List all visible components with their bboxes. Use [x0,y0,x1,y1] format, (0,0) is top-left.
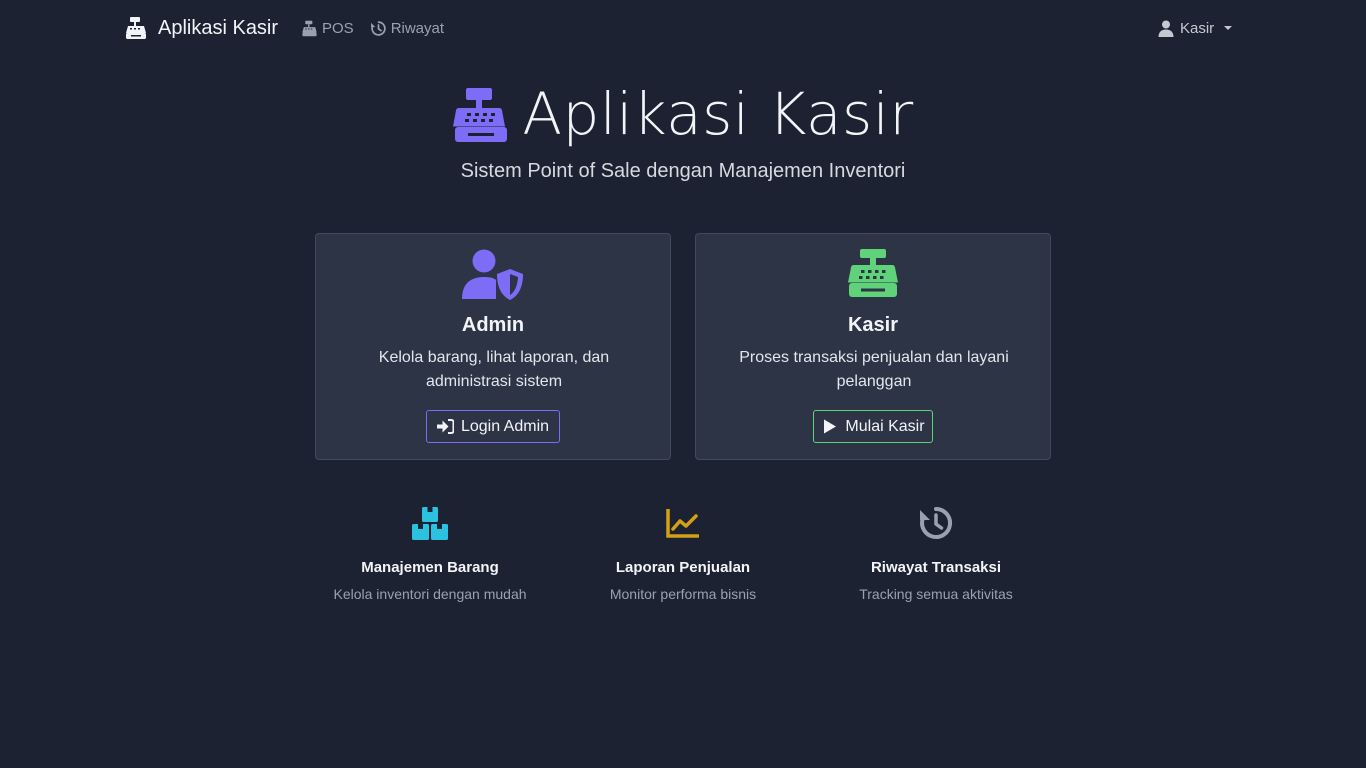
user-label: Kasir [1180,19,1215,37]
feature-title: Laporan Penjualan [615,559,751,576]
feature-title: Manajemen Barang [361,559,499,576]
brand-link[interactable]: Aplikasi Kasir [124,14,278,42]
mulai-kasir-button[interactable]: Mulai Kasir [813,410,933,443]
nav-link-pos[interactable]: POS [301,17,354,39]
admin-card-description: Kelola barang, lihat laporan, dan admini… [378,349,610,390]
admin-card-title: Admin [461,314,525,336]
feature-title: Riwayat Transaksi [870,559,1002,576]
feature-manajemen-barang: Manajemen Barang Kelola inventori dengan… [303,505,557,602]
admin-card: Admin Kelola barang, lihat laporan, dan … [315,233,671,460]
kasir-card: Kasir Proses transaksi penjualan dan lay… [695,233,1051,460]
kasir-card-title: Kasir [847,314,899,336]
navbar: Aplikasi Kasir POS Riwayat Kasir [0,0,1366,56]
login-admin-label: Login Admin [460,417,550,435]
history-icon [920,506,953,539]
feature-riwayat-transaksi: Riwayat Transaksi Tracking semua aktivit… [809,505,1063,602]
mulai-kasir-label: Mulai Kasir [845,417,925,435]
nav-link-riwayat[interactable]: Riwayat [370,17,444,39]
sign-in-icon [436,419,454,434]
nav-link-label: Riwayat [390,19,445,37]
hero: Aplikasi Kasir Sistem Point of Sale deng… [0,80,1366,183]
user-shield-icon [462,249,523,300]
chart-line-icon [666,509,699,538]
brand-label: Aplikasi Kasir [158,16,279,39]
cash-register-icon [126,17,146,39]
page-subtitle: Sistem Point of Sale dengan Manajemen In… [460,160,906,182]
page-title-text: Aplikasi Kasir [522,80,914,148]
nav-link-label: POS [322,19,354,37]
feature-description: Tracking semua aktivitas [859,586,1013,602]
kasir-card-description: Proses transaksi penjualan dan layani pe… [739,349,1009,390]
nav-links: POS Riwayat [301,17,444,39]
history-icon [370,20,386,36]
user-dropdown[interactable]: Kasir [1158,17,1233,39]
feature-description: Monitor performa bisnis [609,586,757,602]
chevron-down-icon [1224,26,1233,30]
user-icon [1158,20,1174,37]
feature-laporan-penjualan: Laporan Penjualan Monitor performa bisni… [556,505,810,602]
cash-register-icon [302,20,317,36]
cash-register-icon [848,249,898,297]
play-icon [824,419,837,434]
cash-register-icon [453,88,508,142]
feature-description: Kelola inventori dengan mudah [333,586,527,602]
boxes-icon [412,507,448,540]
page-title: Aplikasi Kasir [452,80,913,148]
login-admin-button[interactable]: Login Admin [426,410,560,443]
